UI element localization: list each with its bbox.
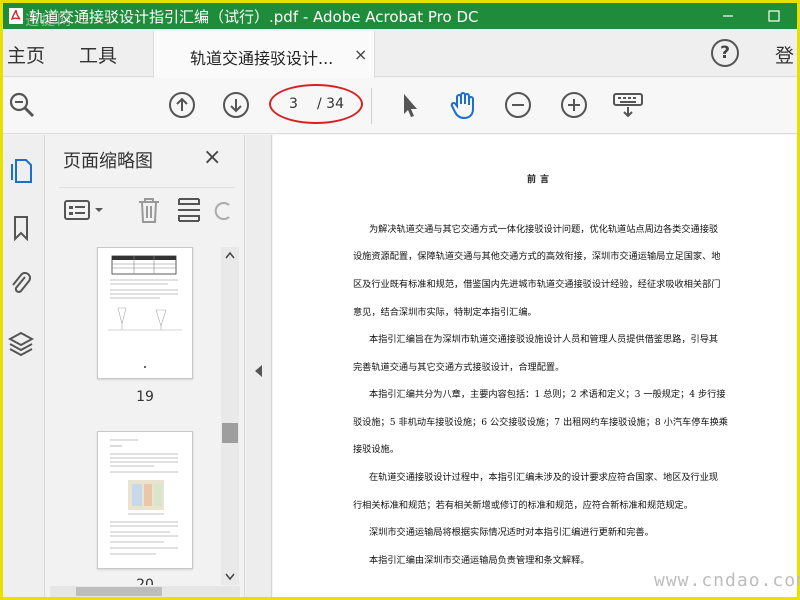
- toolbar: 3 / 34: [3, 78, 797, 134]
- document-page: 前言 为解决轨道交通与其它交通方式一体化接驳设计问题，优化轨道站点周边各类交通接…: [273, 135, 797, 597]
- document-line: 本指引汇编由深圳市交通运输局负责管理和条文解释。: [369, 555, 590, 566]
- delete-page-icon[interactable]: [133, 196, 165, 224]
- document-line: 完善轨道交通与其它交通方式接驳设计，合理配置。: [353, 362, 565, 373]
- layers-icon[interactable]: [7, 329, 35, 359]
- document-line: 为解决轨道交通与其它交通方式一体化接驳设计问题，优化轨道站点周边各类交通接驳: [369, 224, 719, 235]
- tab-document[interactable]: 轨道交通接驳设计... ×: [153, 31, 375, 78]
- document-line: 本指引汇编旨在为深圳市轨道交通接驳设施设计人员和管理人员提供借鉴思路，引导其: [369, 334, 719, 345]
- thumbnail-vertical-scrollbar[interactable]: [221, 247, 239, 585]
- rotate-page-icon[interactable]: [211, 196, 233, 224]
- document-line: 本指引汇编共分为八章，主要内容包括：1 总则；2 术语和定义；3 一般规定；4 …: [369, 389, 726, 400]
- thumbnail-list[interactable]: 19 20: [53, 247, 239, 585]
- thumbnail-page-number: 20: [136, 577, 154, 585]
- red-annotation-oval: [269, 84, 363, 124]
- select-cursor-icon[interactable]: [395, 90, 425, 120]
- document-line: 行相关标准和规范；若有相关新增或修订的标准和规范，应符合新标准和规范规定。: [353, 500, 693, 511]
- title-bar: 轨道交通接驳设计指引汇编（试行）.pdf - Adobe Acrobat Pro…: [3, 3, 797, 29]
- document-line: 在轨道交通接驳设计过程中，本指引汇编未涉及的设计要求应符合国家、地区及行业现: [369, 472, 719, 483]
- tab-close-button[interactable]: ×: [354, 45, 367, 64]
- keyboard-icon[interactable]: [613, 90, 643, 120]
- document-line: 驳设施；5 非机动车接驳设施；6 公交接驳设施；7 出租网约车接驳设施；8 小汽…: [353, 417, 728, 428]
- document-line: 区及行业既有标准和规范，借鉴国内先进城市轨道交通接驳设计经验，经征求吸收相关部门: [353, 279, 721, 290]
- zoom-in-icon[interactable]: [559, 90, 589, 120]
- thumbnails-panel: 页面缩略图 × 19 20: [45, 135, 245, 597]
- page-number-box[interactable]: 3 / 34: [269, 84, 363, 124]
- bookmarks-icon[interactable]: [7, 213, 35, 243]
- thumbnail-page-number: 19: [136, 389, 154, 405]
- panel-toolbar: [59, 187, 235, 231]
- tab-tools[interactable]: 工具: [79, 41, 117, 68]
- minimize-button[interactable]: [705, 3, 751, 29]
- panel-close-button[interactable]: ×: [203, 145, 221, 170]
- thumbnail-page-19[interactable]: [97, 247, 193, 379]
- previous-page-icon[interactable]: [167, 90, 197, 120]
- scrollbar-thumb[interactable]: [222, 423, 238, 443]
- watermark-bottom-right: www.cndao.com: [654, 570, 800, 591]
- tab-document-label: 轨道交通接驳设计...: [190, 49, 334, 68]
- document-line: 接驳设施。: [353, 444, 399, 455]
- thumbnail-options-icon[interactable]: [63, 196, 107, 224]
- zoom-out-icon[interactable]: [503, 90, 533, 120]
- sign-in-button[interactable]: 登: [775, 41, 794, 68]
- document-line: 设施资源配置，保障轨道交通与其他交通方式的高效衔接，深圳市交通运输局立足国家、地: [353, 251, 721, 262]
- thumbnail-horizontal-scrollbar[interactable]: [50, 586, 240, 597]
- thumbnail-page-20[interactable]: [97, 431, 193, 569]
- document-heading: 前言: [527, 175, 554, 185]
- hand-tool-icon[interactable]: [449, 90, 479, 120]
- zoom-search-icon[interactable]: [7, 90, 37, 120]
- horizontal-scrollbar-thumb[interactable]: [76, 587, 162, 596]
- window-title: 轨道交通接驳设计指引汇编（试行）.pdf - Adobe Acrobat Pro…: [29, 7, 479, 26]
- tab-home[interactable]: 主页: [7, 41, 45, 68]
- maximize-button[interactable]: [751, 3, 797, 29]
- panel-splitter[interactable]: [246, 135, 272, 597]
- toolbar-separator: [371, 88, 372, 124]
- document-line: 意见，结合深圳市实际，特制定本指引汇编。: [353, 307, 537, 318]
- attachments-icon[interactable]: [7, 269, 35, 299]
- tab-bar: 主页 工具 轨道交通接驳设计... × ? 登: [3, 29, 797, 78]
- panel-title: 页面缩略图: [63, 151, 153, 172]
- next-page-icon[interactable]: [221, 90, 251, 120]
- extract-pages-icon[interactable]: [173, 196, 205, 224]
- navigation-rail: [3, 135, 45, 597]
- watermark-top-left: 迅捷网: [25, 13, 73, 29]
- collapse-panel-icon[interactable]: [255, 365, 262, 377]
- page-thumbnails-icon[interactable]: [7, 155, 35, 185]
- document-line: 深圳市交通运输局将根据实际情况适时对本指引汇编进行更新和完善。: [369, 527, 654, 538]
- help-button[interactable]: ?: [711, 39, 739, 67]
- acrobat-pdf-icon: [5, 5, 27, 27]
